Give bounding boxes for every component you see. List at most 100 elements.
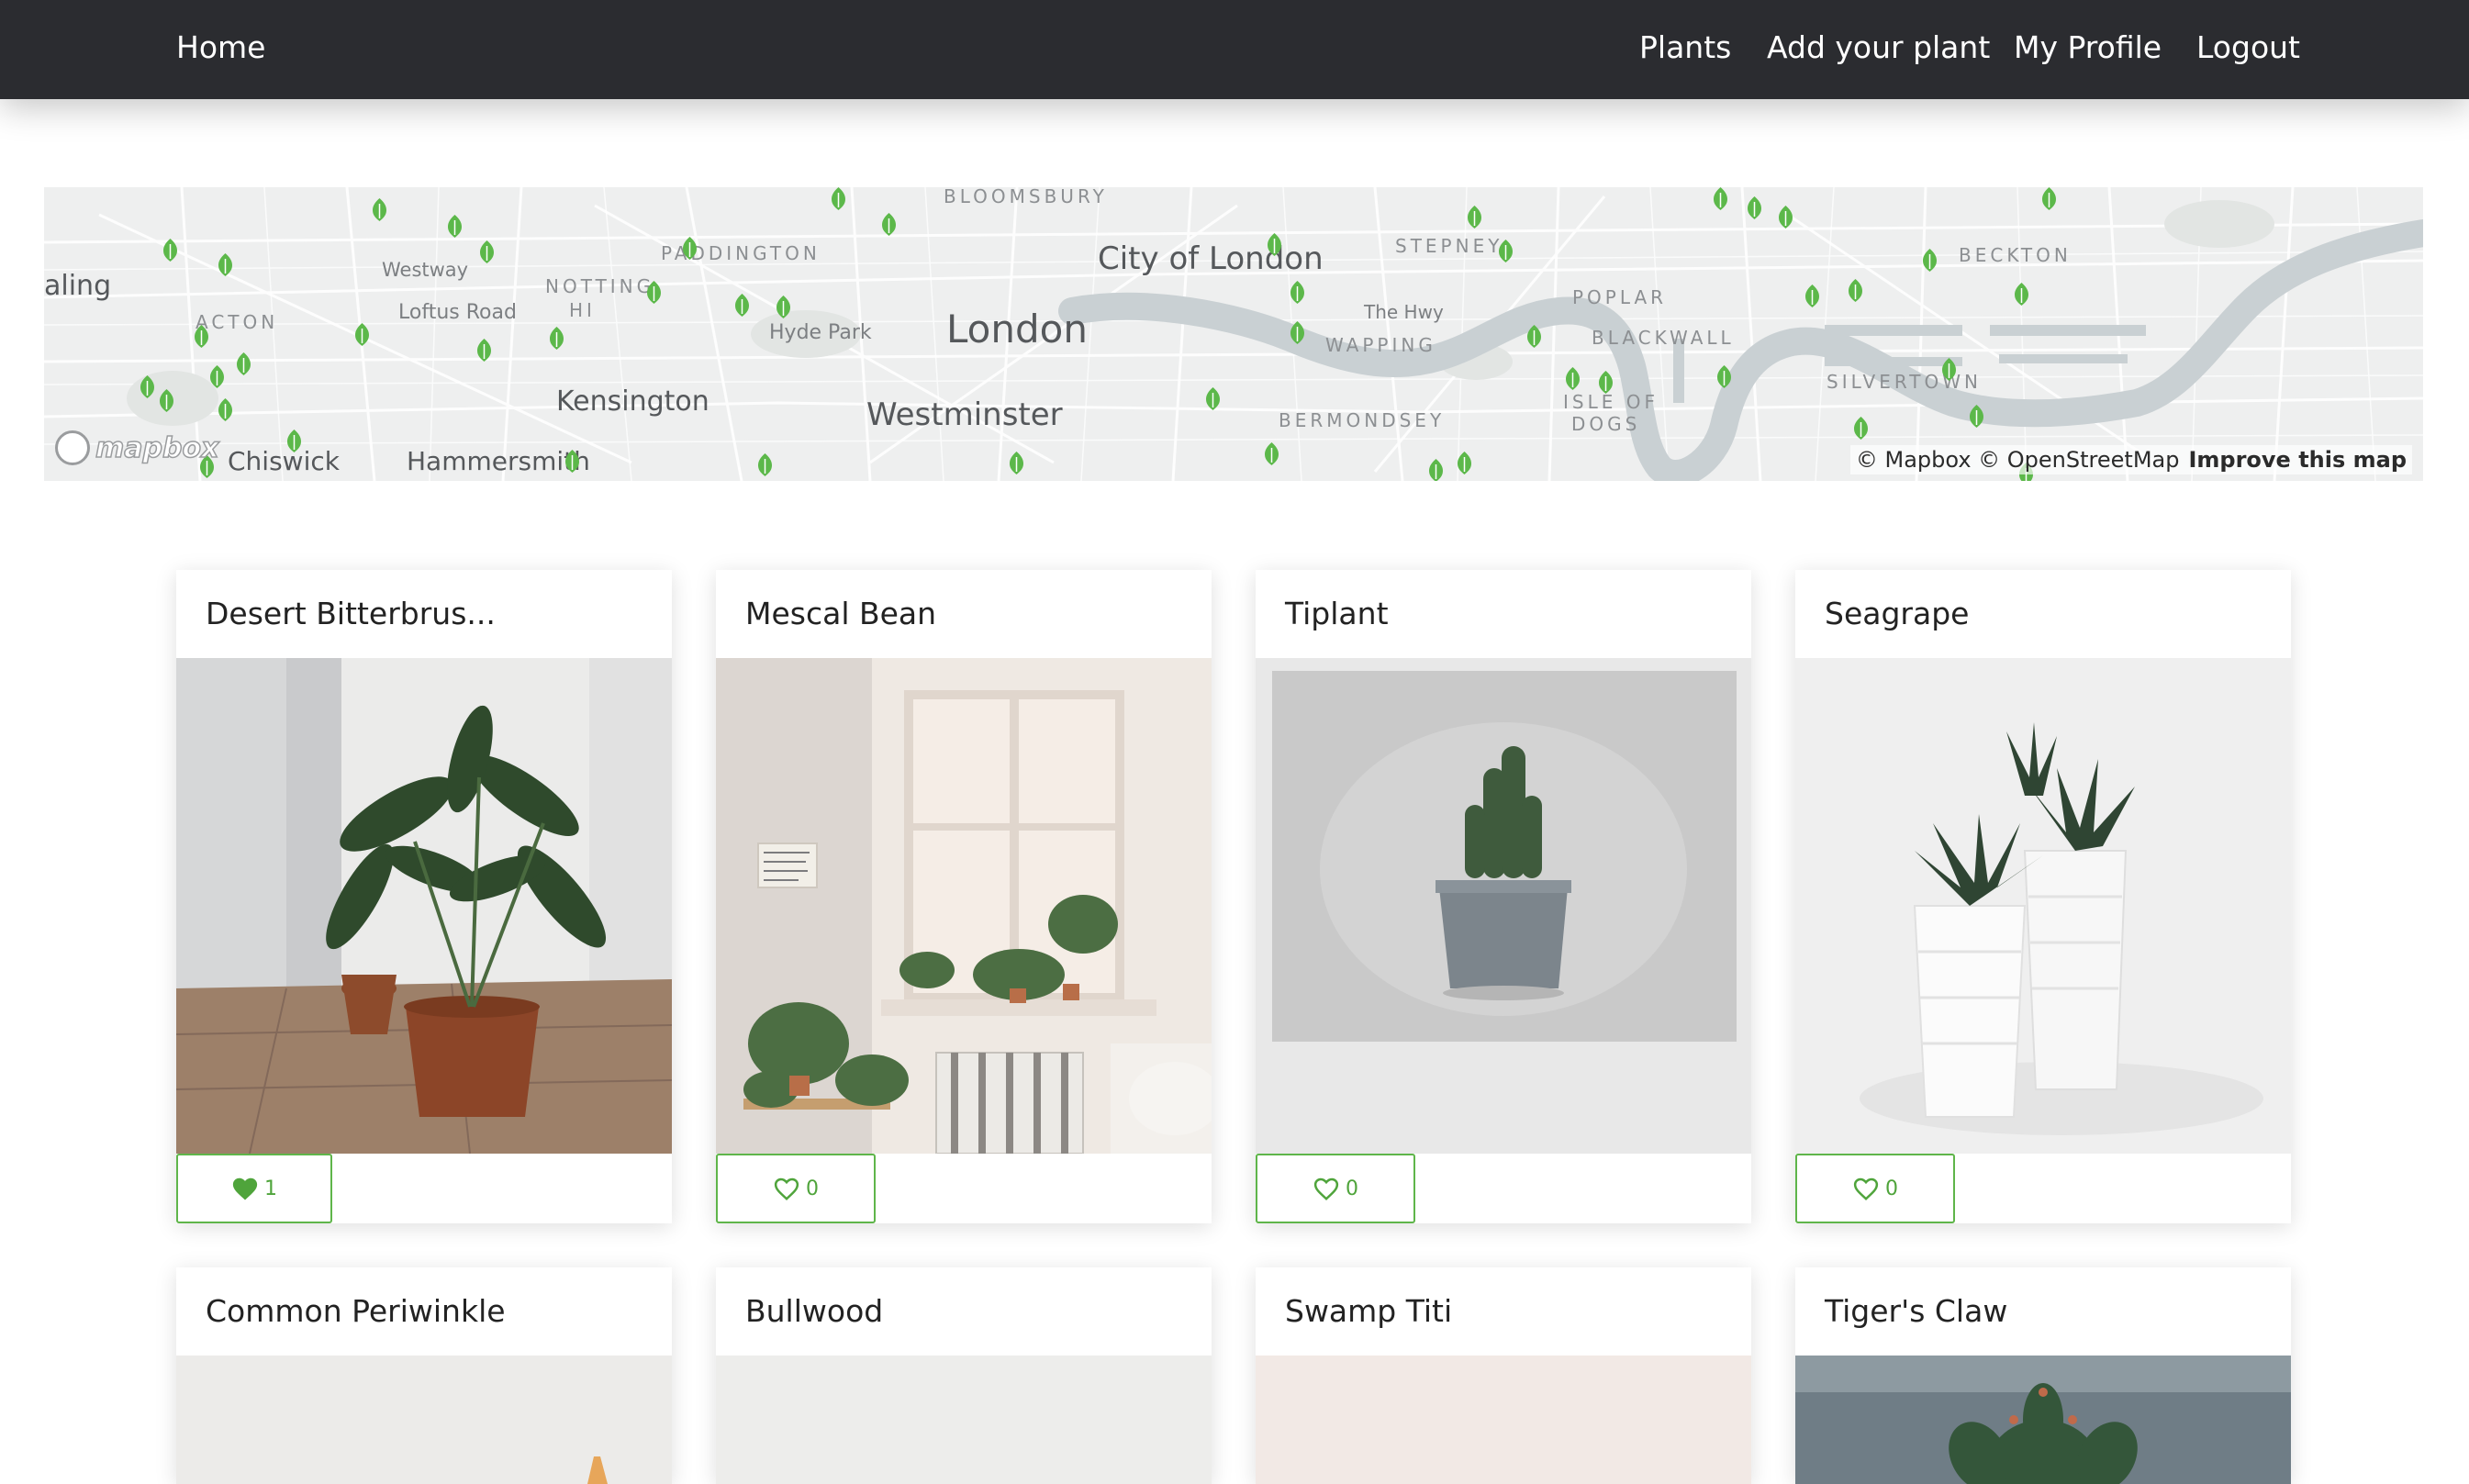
leaf-pin-icon[interactable]: [1942, 358, 1956, 381]
leaf-pin-icon[interactable]: [1805, 285, 1819, 307]
plant-image[interactable]: [1256, 658, 1751, 1154]
map-label-silvertown: SILVERTOWN: [1827, 371, 1982, 393]
leaf-pin-icon[interactable]: [1854, 417, 1868, 440]
plant-card[interactable]: Mescal Bean 0: [716, 570, 1212, 1223]
heart-icon: [232, 1177, 258, 1200]
leaf-pin-icon[interactable]: [1206, 387, 1220, 410]
leaf-pin-icon[interactable]: [1290, 281, 1304, 304]
like-button[interactable]: 1: [176, 1154, 332, 1223]
leaf-pin-icon[interactable]: [1499, 240, 1513, 262]
map-background: [44, 187, 2423, 481]
leaf-pin-icon[interactable]: [882, 213, 896, 236]
map-label-notting-hill-2: HI: [569, 299, 596, 321]
leaf-pin-icon[interactable]: [448, 215, 462, 238]
leaf-pin-icon[interactable]: [1566, 367, 1580, 390]
mapbox-logo[interactable]: mapbox: [55, 429, 219, 467]
plant-card[interactable]: Tiger's Claw: [1795, 1267, 2291, 1484]
plant-card-title[interactable]: Swamp Titi: [1256, 1267, 1751, 1356]
plant-card-title[interactable]: Desert Bitterbrus...: [176, 570, 672, 658]
plant-photo: [716, 658, 1212, 1154]
leaf-pin-icon[interactable]: [1923, 249, 1937, 272]
leaf-pin-icon[interactable]: [758, 453, 772, 476]
like-count: 0: [1885, 1177, 1898, 1200]
leaf-pin-icon[interactable]: [550, 327, 564, 350]
plant-card-title[interactable]: Tiplant: [1256, 570, 1751, 658]
plant-card[interactable]: Common Periwinkle: [176, 1267, 672, 1484]
like-button[interactable]: 0: [1795, 1154, 1955, 1223]
leaf-pin-icon[interactable]: [1599, 371, 1613, 394]
plant-card-footer: 0: [1256, 1154, 1751, 1223]
plant-card[interactable]: Swamp Titi: [1256, 1267, 1751, 1484]
leaf-pin-icon[interactable]: [480, 240, 494, 263]
plant-card-title[interactable]: Mescal Bean: [716, 570, 1212, 658]
plant-card[interactable]: Seagrape 0: [1795, 570, 2291, 1223]
leaf-pin-icon[interactable]: [832, 187, 845, 210]
leaf-pin-icon[interactable]: [1290, 321, 1304, 344]
plant-image[interactable]: [1795, 658, 2291, 1154]
leaf-pin-icon[interactable]: [2015, 283, 2028, 306]
leaf-pin-icon[interactable]: [735, 294, 749, 317]
map-label-westminster: Westminster: [866, 396, 1063, 433]
leaf-pin-icon[interactable]: [218, 253, 232, 276]
plant-image[interactable]: [716, 1356, 1212, 1484]
leaf-pin-icon[interactable]: [355, 323, 369, 346]
plant-card-title[interactable]: Common Periwinkle: [176, 1267, 672, 1356]
leaf-pin-icon[interactable]: [1714, 187, 1727, 210]
leaf-pin-icon[interactable]: [2042, 187, 2056, 210]
leaf-pin-icon[interactable]: [565, 450, 579, 473]
map-label-notting-hill: NOTTING: [545, 275, 655, 297]
leaf-pin-icon[interactable]: [287, 430, 301, 452]
nav-logout-link[interactable]: Logout: [2196, 29, 2300, 65]
leaf-pin-icon[interactable]: [210, 365, 224, 388]
plant-card-title[interactable]: Tiger's Claw: [1795, 1267, 2291, 1356]
leaf-pin-icon[interactable]: [195, 325, 208, 348]
plants-map[interactable]: London City of London Westminster Kensin…: [44, 187, 2423, 481]
leaf-pin-icon[interactable]: [776, 296, 790, 318]
leaf-pin-icon[interactable]: [1265, 442, 1279, 465]
like-count: 0: [806, 1177, 819, 1200]
leaf-pin-icon[interactable]: [218, 398, 232, 421]
plant-card[interactable]: Desert Bitterbrus... 1: [176, 570, 672, 1223]
leaf-pin-icon[interactable]: [1010, 452, 1023, 474]
plant-image[interactable]: [1256, 1356, 1751, 1484]
mapbox-logo-text: mapbox: [95, 431, 219, 465]
plant-image[interactable]: [176, 658, 672, 1154]
leaf-pin-icon[interactable]: [163, 239, 177, 262]
leaf-pin-icon[interactable]: [1268, 233, 1281, 256]
nav-plants-link[interactable]: Plants: [1639, 29, 1731, 65]
nav-home-link[interactable]: Home: [176, 29, 265, 65]
plant-card[interactable]: Tiplant 0: [1256, 570, 1751, 1223]
leaf-pin-icon[interactable]: [1849, 279, 1862, 302]
leaf-pin-icon[interactable]: [647, 281, 661, 304]
plant-card-title[interactable]: Bullwood: [716, 1267, 1212, 1356]
leaf-pin-icon[interactable]: [1527, 325, 1541, 348]
leaf-pin-icon[interactable]: [477, 339, 491, 362]
leaf-pin-icon[interactable]: [1458, 452, 1471, 474]
plant-image[interactable]: [1795, 1356, 2291, 1484]
leaf-pin-icon[interactable]: [1779, 206, 1793, 229]
leaf-pin-icon[interactable]: [373, 198, 386, 221]
plant-image[interactable]: [716, 658, 1212, 1154]
map-label-blackwall: BLACKWALL: [1592, 327, 1735, 349]
leaf-pin-icon[interactable]: [1970, 405, 1983, 428]
leaf-pin-icon[interactable]: [160, 389, 173, 412]
plant-card-title[interactable]: Seagrape: [1795, 570, 2291, 658]
leaf-pin-icon[interactable]: [1429, 459, 1443, 481]
map-label-isle-of-dogs: ISLE OF: [1563, 391, 1659, 413]
map-attribution-text[interactable]: © Mapbox © OpenStreetMap: [1856, 447, 2180, 473]
leaf-pin-icon[interactable]: [237, 352, 251, 375]
leaf-pin-icon[interactable]: [1717, 365, 1731, 388]
nav-my-profile-link[interactable]: My Profile: [2014, 29, 2162, 65]
plant-image[interactable]: [176, 1356, 672, 1484]
map-label-chiswick: Chiswick: [228, 446, 340, 476]
leaf-pin-icon[interactable]: [1748, 196, 1761, 219]
leaf-pin-icon[interactable]: [683, 237, 697, 260]
leaf-pin-icon[interactable]: [140, 375, 154, 398]
leaf-pin-icon[interactable]: [1468, 206, 1481, 229]
improve-map-link[interactable]: Improve this map: [2188, 447, 2407, 473]
nav-add-plant-link[interactable]: Add your plant: [1767, 29, 1990, 65]
like-button[interactable]: 0: [716, 1154, 876, 1223]
like-button[interactable]: 0: [1256, 1154, 1415, 1223]
mapbox-logo-icon: [55, 430, 90, 465]
plant-card[interactable]: Bullwood: [716, 1267, 1212, 1484]
